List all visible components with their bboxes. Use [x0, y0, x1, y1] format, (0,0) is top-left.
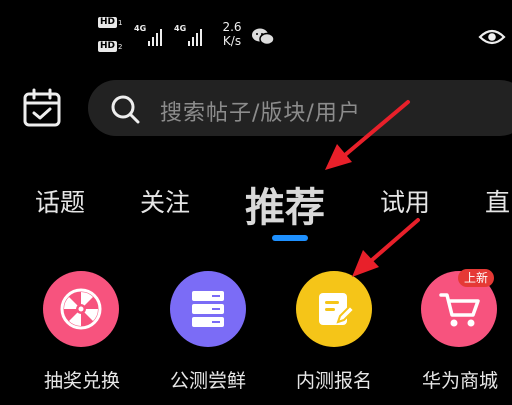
arrow-to-recommended-tab: [343, 100, 410, 157]
arrow-to-internal-beta: [370, 218, 420, 262]
annotation-arrows: [325, 100, 420, 277]
